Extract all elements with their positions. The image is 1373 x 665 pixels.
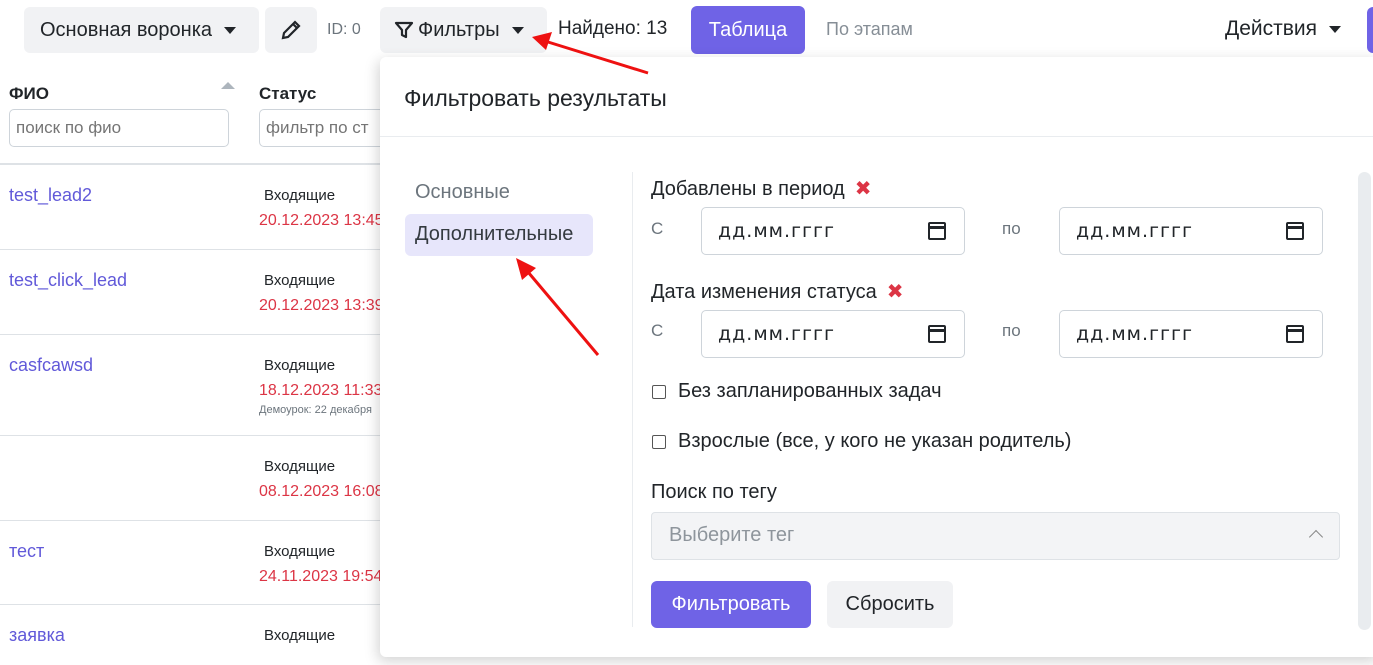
lead-date: 18.12.2023 11:33: [259, 382, 383, 399]
lead-status: Входящие: [264, 357, 336, 374]
lead-name-link[interactable]: casfcawsd: [9, 355, 93, 376]
added-to-date-input[interactable]: дд.мм.гггг: [1059, 207, 1323, 255]
filter-panel-header: Фильтровать результаты: [380, 57, 1373, 137]
funnel-icon: [394, 21, 414, 39]
apply-filter-button[interactable]: Фильтровать: [651, 581, 811, 628]
filter-panel-title: Фильтровать результаты: [404, 85, 667, 111]
date-placeholder: дд.мм.гггг: [1076, 220, 1193, 242]
table-row[interactable]: test_click_lead Входящие 20.12.2023 13:3…: [0, 250, 384, 335]
no-tasks-checkbox[interactable]: [652, 384, 666, 399]
tag-placeholder: Выберите тег: [669, 524, 795, 546]
calendar-icon[interactable]: [1286, 222, 1304, 240]
lead-status: Входящие: [264, 627, 336, 644]
table-row[interactable]: тест Входящие 24.11.2023 19:54: [0, 521, 383, 605]
fio-search-input[interactable]: [9, 109, 229, 147]
adults-label: Взрослые (все, у кого не указан родитель…: [678, 430, 1072, 452]
filter-tab-extra[interactable]: Дополнительные: [405, 214, 593, 256]
adults-checkbox[interactable]: [652, 434, 666, 449]
pipeline-label: Основная воронка: [40, 18, 213, 41]
no-tasks-label: Без запланированных задач: [678, 380, 942, 402]
added-period-text: Добавлены в период: [651, 178, 845, 200]
status-filter-input[interactable]: [259, 109, 399, 147]
status-change-text: Дата изменения статуса: [651, 281, 877, 303]
tag-select[interactable]: Выберите тег: [651, 512, 1340, 560]
found-count: Найдено: 13: [558, 18, 668, 39]
lead-status: Входящие: [264, 543, 336, 560]
added-from-date-input[interactable]: дд.мм.гггг: [701, 207, 965, 255]
table-row[interactable]: заявка Входящие: [0, 605, 380, 665]
caret-down-icon: [511, 26, 524, 34]
filters-dropdown[interactable]: Фильтры: [380, 7, 547, 53]
lead-date: 08.12.2023 16:08: [259, 483, 384, 500]
from-label: С: [651, 321, 664, 340]
pencil-icon: [281, 20, 301, 40]
date-placeholder: дд.мм.гггг: [718, 220, 835, 242]
pipeline-dropdown[interactable]: Основная воронка: [24, 7, 259, 53]
add-button-edge[interactable]: [1367, 7, 1373, 53]
to-label: по: [1002, 321, 1021, 340]
pipeline-id: ID: 0: [327, 21, 361, 38]
calendar-icon[interactable]: [1286, 325, 1304, 343]
added-period-label: Добавлены в период ✖: [651, 176, 872, 201]
table-header: ФИО Статус: [0, 62, 399, 165]
filter-panel: Фильтровать результаты Основные Дополнит…: [380, 57, 1373, 657]
sort-up-icon[interactable]: [221, 82, 235, 89]
lead-status: Входящие: [264, 272, 336, 289]
date-placeholder: дд.мм.гггг: [1076, 323, 1193, 345]
lead-date: 24.11.2023 19:54: [259, 568, 383, 585]
lead-name-link[interactable]: тест: [9, 541, 44, 562]
table-row[interactable]: Входящие 08.12.2023 16:08: [0, 436, 384, 521]
lead-name-link[interactable]: test_click_lead: [9, 270, 127, 291]
caret-down-icon: [224, 26, 237, 34]
table-row[interactable]: test_lead2 Входящие 20.12.2023 13:45: [0, 165, 384, 250]
lead-status: Входящие: [264, 187, 336, 204]
edit-pipeline-button[interactable]: [265, 7, 317, 53]
caret-down-icon: [1329, 25, 1342, 33]
filters-label: Фильтры: [418, 18, 500, 41]
no-tasks-checkbox-row[interactable]: Без запланированных задач: [652, 380, 942, 403]
status-change-label: Дата изменения статуса ✖: [651, 279, 904, 304]
clear-x-icon[interactable]: ✖: [887, 281, 904, 303]
lead-date: 20.12.2023 13:39: [259, 297, 384, 314]
calendar-icon[interactable]: [928, 325, 946, 343]
column-header-status[interactable]: Статус: [259, 84, 316, 104]
lead-name-link[interactable]: test_lead2: [9, 185, 92, 206]
lead-note: Демоурок: 22 декабря: [259, 404, 372, 416]
actions-label: Действия: [1225, 17, 1318, 40]
lead-date: 20.12.2023 13:45: [259, 212, 384, 229]
actions-dropdown[interactable]: Действия: [1225, 17, 1342, 41]
clear-x-icon[interactable]: ✖: [855, 178, 872, 200]
top-toolbar: Основная воронка ID: 0 Фильтры Найдено: …: [0, 0, 1373, 62]
scrollbar[interactable]: [1358, 172, 1371, 630]
view-stages-link[interactable]: По этапам: [826, 19, 913, 40]
tag-search-label: Поиск по тегу: [651, 481, 777, 503]
lead-status: Входящие: [264, 458, 336, 475]
table-row[interactable]: casfcawsd Входящие 18.12.2023 11:33 Демо…: [0, 335, 383, 436]
date-placeholder: дд.мм.гггг: [718, 323, 835, 345]
to-label: по: [1002, 219, 1021, 238]
filter-tab-main[interactable]: Основные: [405, 172, 593, 214]
from-label: С: [651, 219, 664, 238]
view-table-button[interactable]: Таблица: [691, 6, 805, 54]
reset-filter-button[interactable]: Сбросить: [827, 581, 953, 628]
divider: [632, 172, 633, 627]
chevron-up-icon: [1308, 529, 1324, 545]
column-header-fio[interactable]: ФИО: [9, 84, 49, 104]
lead-name-link[interactable]: заявка: [9, 625, 65, 646]
adults-checkbox-row[interactable]: Взрослые (все, у кого не указан родитель…: [652, 430, 1071, 453]
calendar-icon[interactable]: [928, 222, 946, 240]
status-from-date-input[interactable]: дд.мм.гггг: [701, 310, 965, 358]
status-to-date-input[interactable]: дд.мм.гггг: [1059, 310, 1323, 358]
